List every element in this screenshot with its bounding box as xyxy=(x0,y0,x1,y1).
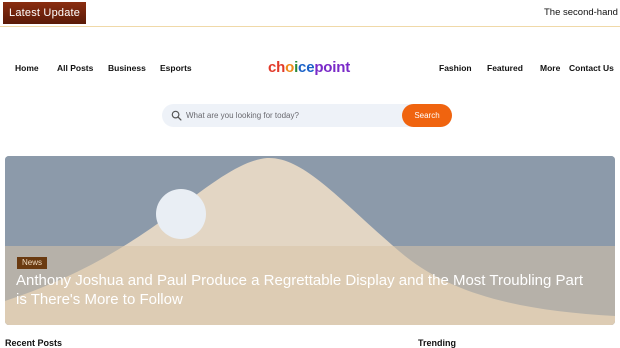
ticker-bar: Latest Update The second-hand xyxy=(0,0,620,27)
nav-more[interactable]: More xyxy=(540,63,560,73)
search-bar: Search xyxy=(162,104,452,127)
featured-post-title[interactable]: Anthony Joshua and Paul Produce a Regret… xyxy=(16,271,586,309)
category-badge[interactable]: News xyxy=(17,257,48,269)
trending-heading: Trending xyxy=(418,338,456,348)
nav-featured[interactable]: Featured xyxy=(487,63,523,73)
nav-home[interactable]: Home xyxy=(15,63,39,73)
latest-update-badge: Latest Update xyxy=(3,2,87,24)
search-button[interactable]: Search xyxy=(402,104,452,127)
recent-posts-heading: Recent Posts xyxy=(5,338,63,348)
site-logo[interactable]: choicepoint xyxy=(268,59,350,76)
ticker-headline[interactable]: The second-hand xyxy=(544,7,618,18)
nav-business[interactable]: Business xyxy=(108,63,146,73)
nav-fashion[interactable]: Fashion xyxy=(439,63,472,73)
nav-all-posts[interactable]: All Posts xyxy=(57,63,93,73)
nav-esports[interactable]: Esports xyxy=(160,63,192,73)
featured-post-card[interactable]: News Anthony Joshua and Paul Produce a R… xyxy=(5,156,615,325)
search-input[interactable] xyxy=(186,107,396,124)
search-icon xyxy=(171,110,182,121)
nav-contact-us[interactable]: Contact Us xyxy=(569,63,614,73)
